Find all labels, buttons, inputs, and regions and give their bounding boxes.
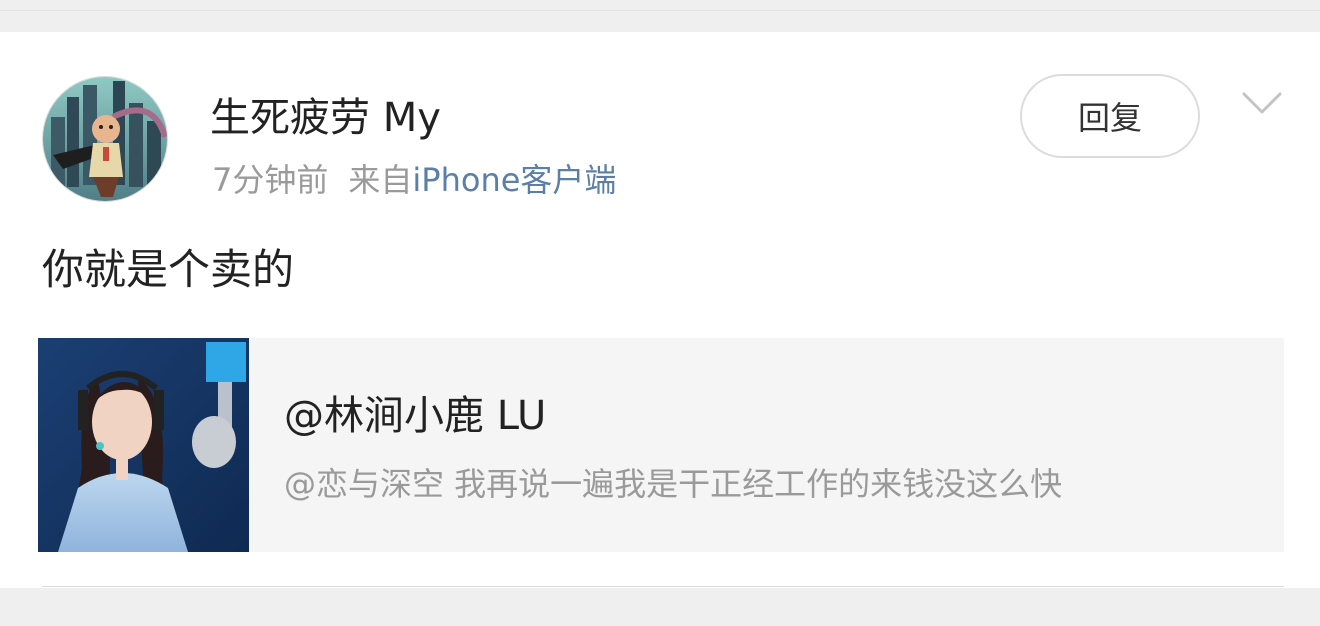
top-separator <box>0 0 1320 32</box>
username[interactable]: 生死疲劳 My <box>210 92 441 144</box>
timestamp: 7分钟前 <box>212 161 329 199</box>
shared-post-card[interactable]: @林涧小鹿 LU @恋与深空 我再说一遍我是干正经工作的来钱没这么快 <box>38 338 1284 552</box>
shared-post-thumbnail <box>38 338 249 552</box>
comment-meta: 7分钟前 来自iPhone客户端 <box>212 158 616 202</box>
comment-text: 你就是个卖的 <box>42 245 295 294</box>
chevron-down-icon[interactable] <box>1240 88 1284 118</box>
reply-button[interactable]: 回复 <box>1020 74 1200 158</box>
avatar[interactable] <box>42 76 168 202</box>
divider <box>42 586 1284 587</box>
source-prefix: 来自 <box>348 161 413 199</box>
shared-post-description: @恋与深空 我再说一遍我是干正经工作的来钱没这么快 <box>284 465 1063 503</box>
source-link[interactable]: iPhone客户端 <box>412 161 616 199</box>
bottom-separator <box>0 588 1320 626</box>
avatar-image <box>43 77 167 201</box>
shared-post-title[interactable]: @林涧小鹿 LU <box>284 390 546 442</box>
